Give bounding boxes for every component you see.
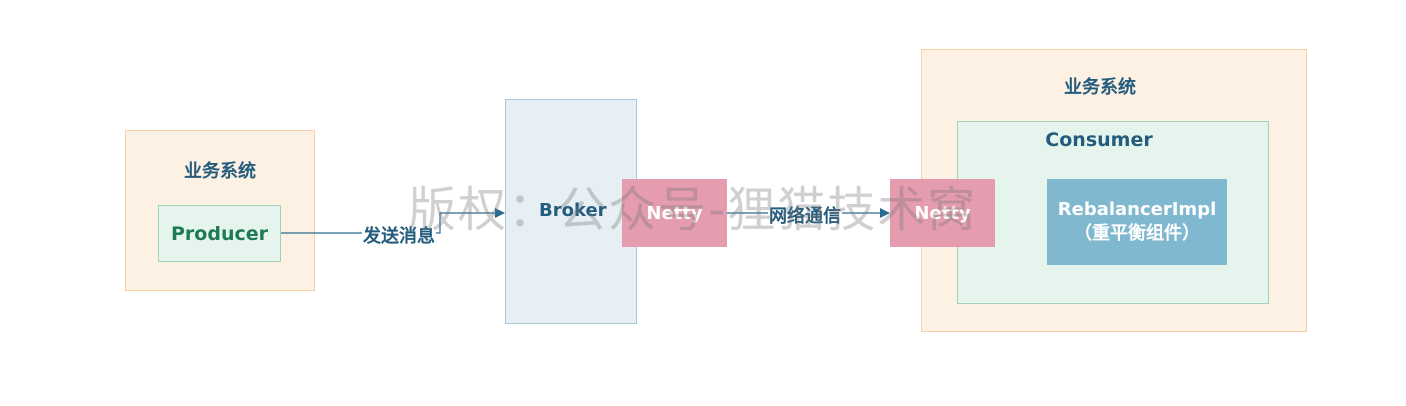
consumer-title: Consumer xyxy=(1045,129,1153,151)
send-message-label: 发送消息 xyxy=(362,222,436,248)
rebalancer-box: RebalancerImpl （重平衡组件） xyxy=(1047,179,1227,265)
producer-label: Producer xyxy=(171,222,268,245)
consumer-netty-box: Netty xyxy=(890,179,995,247)
broker-netty-box: Netty xyxy=(622,179,727,247)
producer-box: Producer xyxy=(158,205,281,262)
rebalancer-name: RebalancerImpl xyxy=(1057,199,1217,220)
consumer-netty-label: Netty xyxy=(914,202,971,224)
rebalancer-desc: （重平衡组件） xyxy=(1074,223,1200,244)
broker-netty-label: Netty xyxy=(646,202,703,224)
network-label: 网络通信 xyxy=(768,202,842,228)
consumer-system-title: 业务系统 xyxy=(1064,77,1136,98)
producer-system-title: 业务系统 xyxy=(184,161,256,182)
broker-label: Broker xyxy=(539,200,607,221)
